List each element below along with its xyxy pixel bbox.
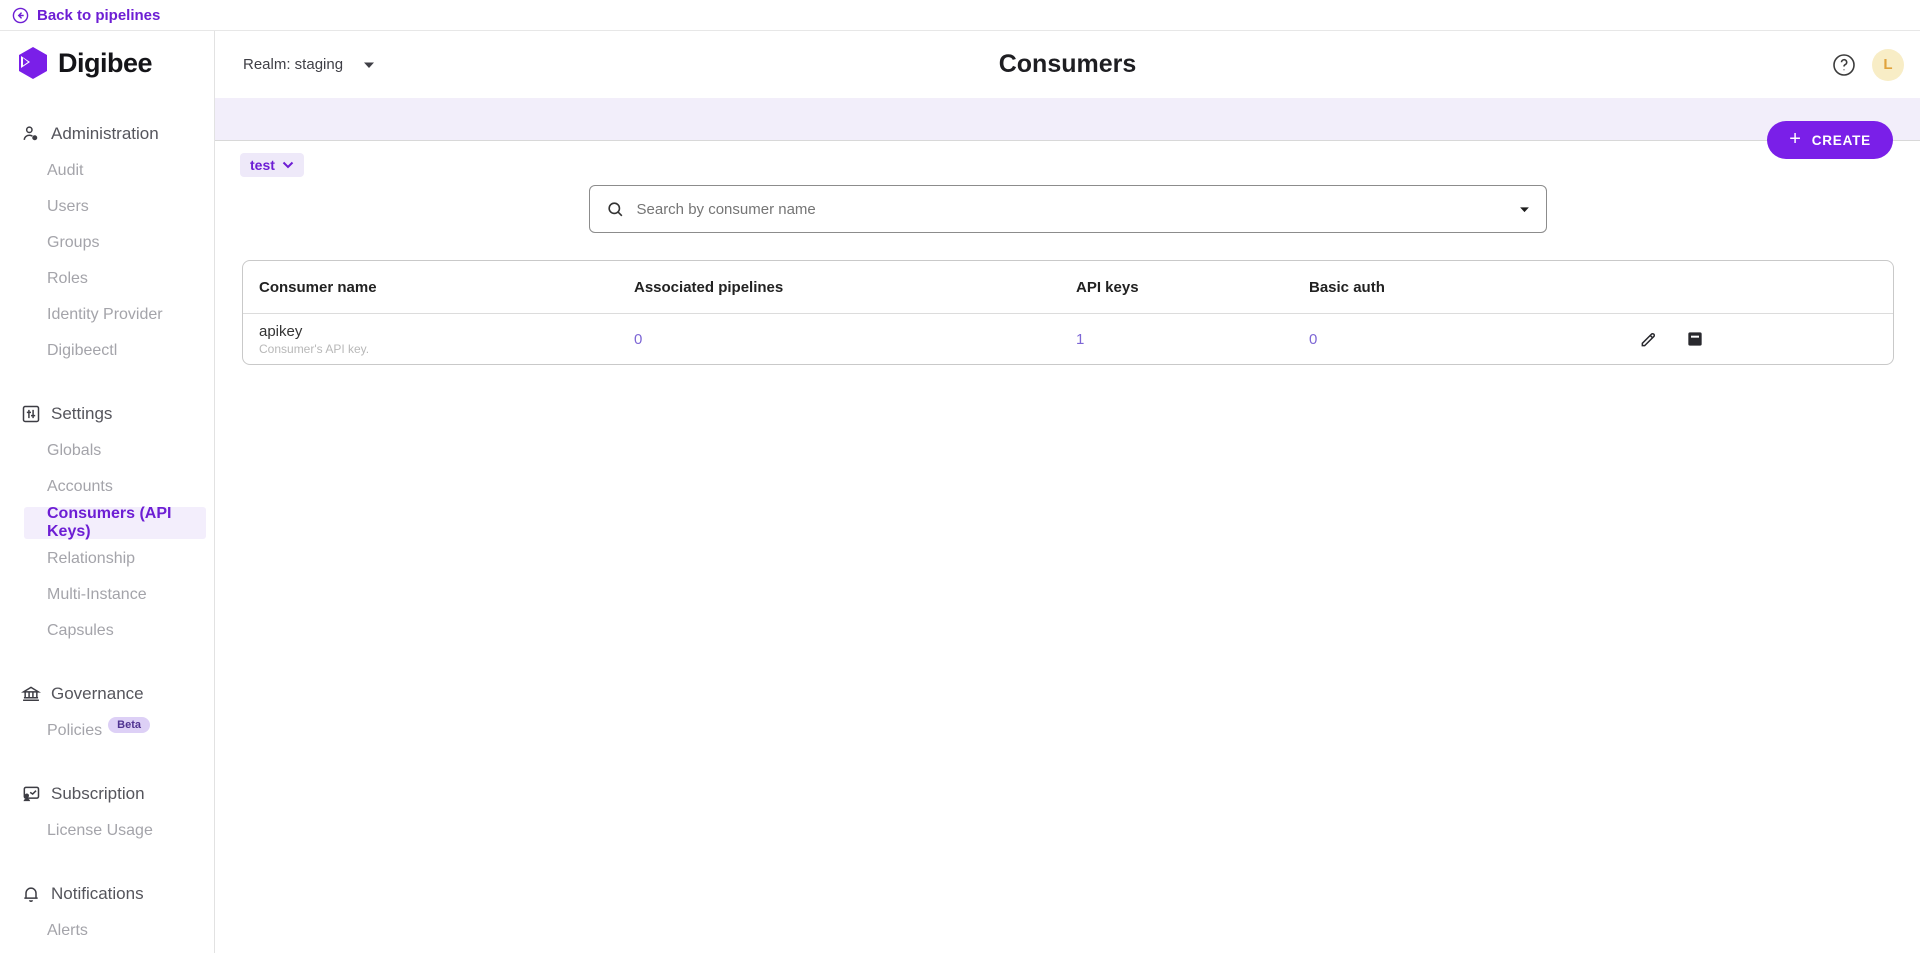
user-admin-icon	[23, 126, 38, 141]
sidebar-section-governance: Governance Policies Beta	[0, 675, 214, 749]
topbar: Back to pipelines	[0, 0, 1920, 31]
chevron-down-icon	[282, 161, 294, 169]
sidebar-item-relationship[interactable]: Relationship	[0, 541, 214, 577]
sidebar-section-administration: Administration Audit Users Groups Roles …	[0, 115, 214, 369]
sidebar-section-subscription: Subscription License Usage	[0, 775, 214, 849]
column-header-api-keys: API keys	[1076, 278, 1139, 296]
sidebar-item-capsules[interactable]: Capsules	[0, 613, 214, 649]
row-actions	[1593, 329, 1893, 349]
section-header-subscription: Subscription	[0, 775, 214, 813]
help-icon[interactable]	[1832, 53, 1856, 77]
section-header-settings: Settings	[0, 395, 214, 433]
create-button[interactable]: + CREATE	[1767, 121, 1893, 159]
consumer-name-cell: apikey Consumer's API key.	[243, 323, 618, 356]
sidebar-section-notifications: Notifications Alerts	[0, 875, 214, 949]
archive-icon[interactable]	[1685, 329, 1705, 349]
table-row: apikey Consumer's API key. 0 1 0	[243, 314, 1893, 364]
sidebar-item-alerts[interactable]: Alerts	[0, 913, 214, 949]
plus-icon: +	[1789, 128, 1802, 150]
brand-wordmark: Digibee	[58, 47, 153, 78]
table-header-row: Consumer name Associated pipelines API k…	[243, 261, 1893, 314]
sidebar: Digibee Administration Audit Users Group…	[0, 31, 215, 953]
search-icon	[607, 201, 622, 216]
sidebar-item-multi-instance[interactable]: Multi-Instance	[0, 577, 214, 613]
sidebar-section-settings: Settings Globals Accounts Consumers (API…	[0, 395, 214, 649]
arrow-left-circle-icon	[12, 7, 29, 23]
environment-chip[interactable]: test	[240, 153, 304, 177]
search-input[interactable]	[636, 200, 1507, 218]
sidebar-item-digibeectl[interactable]: Digibeectl	[0, 333, 214, 369]
column-header-basic-auth: Basic auth	[1309, 278, 1385, 296]
content-area: test Consumer name Associated pipelines	[215, 141, 1920, 953]
column-header-associated-pipelines: Associated pipelines	[634, 278, 784, 296]
consumer-name: apikey	[259, 322, 303, 340]
main-header: Realm: staging Consumers L	[215, 31, 1920, 98]
consumers-table: Consumer name Associated pipelines API k…	[242, 260, 1894, 365]
avatar[interactable]: L	[1872, 48, 1904, 81]
basic-auth-link[interactable]: 0	[1309, 331, 1317, 348]
column-header-consumer-name: Consumer name	[259, 278, 377, 296]
consumer-description: Consumer's API key.	[259, 341, 370, 356]
caret-down-icon[interactable]	[1519, 206, 1530, 213]
beta-badge: Beta	[108, 717, 150, 733]
sidebar-item-roles[interactable]: Roles	[0, 261, 214, 297]
section-header-governance: Governance	[0, 675, 214, 713]
page-title: Consumers	[998, 50, 1137, 78]
sidebar-item-license-usage[interactable]: License Usage	[0, 813, 214, 849]
section-header-notifications: Notifications	[0, 875, 214, 913]
api-keys-link[interactable]: 1	[1076, 331, 1084, 348]
sidebar-item-groups[interactable]: Groups	[0, 225, 214, 261]
sidebar-item-audit[interactable]: Audit	[0, 153, 214, 189]
sidebar-item-identity-provider[interactable]: Identity Provider	[0, 297, 214, 333]
sidebar-item-users[interactable]: Users	[0, 189, 214, 225]
edit-icon[interactable]	[1639, 329, 1659, 349]
sidebar-item-consumers-api-keys[interactable]: Consumers (API Keys)	[24, 505, 206, 540]
search-bar	[588, 185, 1547, 233]
digibee-hexagon-icon	[19, 47, 47, 79]
digibee-logo: Digibee	[0, 37, 214, 89]
bank-icon	[21, 686, 41, 701]
back-to-pipelines-link[interactable]: Back to pipelines	[12, 7, 160, 24]
presentation-user-icon	[23, 786, 40, 802]
sidebar-item-globals[interactable]: Globals	[0, 433, 214, 469]
bell-icon	[24, 887, 38, 902]
back-link-label: Back to pipelines	[37, 6, 161, 24]
toolbar-band: + CREATE	[215, 98, 1920, 159]
sidebar-item-policies[interactable]: Policies Beta	[0, 713, 214, 749]
section-header-administration: Administration	[0, 115, 214, 153]
associated-pipelines-link[interactable]: 0	[634, 331, 642, 348]
sidebar-item-accounts[interactable]: Accounts	[0, 469, 214, 505]
sliders-box-icon	[22, 405, 40, 423]
